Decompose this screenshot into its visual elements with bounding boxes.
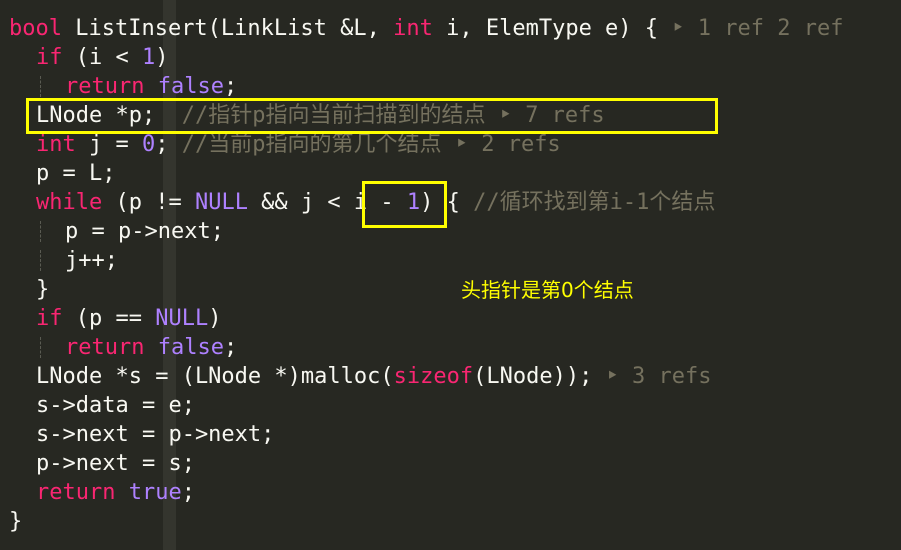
code-lines: bool ListInsert(LinkList &L, int i, Elem… — [0, 14, 843, 536]
code-text: p = p->next; — [65, 219, 224, 244]
code-text: j++; — [65, 248, 118, 273]
code-text: (p == — [62, 306, 156, 331]
code-text: LNode *s = (LNode *)malloc( — [36, 364, 394, 389]
constant-null: NULL — [155, 306, 209, 331]
code-text: (i < — [62, 45, 142, 70]
keyword-while: while — [36, 190, 103, 215]
constant-null: NULL — [194, 190, 248, 215]
type-keyword: int — [393, 16, 433, 41]
keyword-if: if — [36, 306, 63, 331]
number-literal: 1 — [141, 45, 156, 70]
code-line-18[interactable]: } — [0, 507, 843, 536]
code-text: && j < — [247, 190, 354, 215]
code-text: ; — [223, 74, 238, 99]
constant-false: false — [157, 335, 224, 360]
code-line-1[interactable]: bool ListInsert(LinkList &L, int i, Elem… — [0, 14, 843, 43]
code-text: ; — [181, 480, 195, 505]
indent-guide — [40, 250, 41, 271]
code-text: s->next = p->next; — [36, 422, 275, 447]
references-codelens[interactable]: ‣ 3 refs — [606, 364, 712, 389]
annotation-note: 头指针是第0个结点 — [461, 278, 634, 302]
number-literal: 0 — [141, 132, 156, 157]
code-line-15[interactable]: s->next = p->next; — [0, 420, 843, 449]
keyword-sizeof: sizeof — [393, 364, 474, 389]
code-text: j = — [75, 132, 142, 157]
keyword-return: return — [65, 74, 145, 99]
code-line-13[interactable]: LNode *s = (LNode *)malloc(sizeof(LNode)… — [0, 362, 843, 391]
code-line-11[interactable]: if (p == NULL) — [0, 304, 843, 333]
highlight-box-lnode-p — [26, 98, 718, 134]
code-line-3[interactable]: return false; — [0, 72, 843, 101]
type-keyword: bool — [9, 16, 62, 41]
code-line-5[interactable]: int j = 0; //当前p指向的第几个结点 ‣ 2 refs — [0, 130, 843, 159]
function-signature: ListInsert(LinkList &L, — [61, 16, 394, 41]
code-line-12[interactable]: return false; — [0, 333, 843, 362]
code-line-10[interactable]: } — [0, 275, 843, 304]
code-line-2[interactable]: if (i < 1) — [0, 43, 843, 72]
code-line-9[interactable]: j++; — [0, 246, 843, 275]
constant-true: true — [128, 480, 182, 505]
keyword-if: if — [36, 45, 63, 70]
code-text: ; — [155, 132, 182, 157]
comment: //循环找到第i-1个结点 — [473, 190, 716, 215]
code-text: s->data = e; — [36, 393, 195, 418]
keyword-return: return — [36, 480, 116, 505]
code-text: } — [36, 277, 50, 302]
code-line-16[interactable]: p->next = s; — [0, 449, 843, 478]
indent-guide — [40, 221, 41, 242]
code-line-17[interactable]: return true; — [0, 478, 843, 507]
references-codelens[interactable]: ‣ 1 ref 2 ref — [671, 16, 843, 41]
code-editor[interactable]: bool ListInsert(LinkList &L, int i, Elem… — [0, 0, 901, 550]
code-text: (LNode)); — [473, 364, 606, 389]
function-signature-rest: i, ElemType e) { — [432, 16, 672, 41]
code-text: p = L; — [36, 161, 116, 186]
code-text: } — [9, 509, 23, 534]
constant-false: false — [157, 74, 224, 99]
type-keyword: int — [36, 132, 76, 157]
code-line-14[interactable]: s->data = e; — [0, 391, 843, 420]
keyword-return: return — [65, 335, 145, 360]
code-text: ) — [208, 306, 222, 331]
code-text: ) — [155, 45, 169, 70]
code-text: ; — [223, 335, 238, 360]
code-text: (p != — [102, 190, 195, 215]
comment: //当前p指向的第几个结点 — [181, 132, 455, 157]
highlight-box-i-minus-1 — [362, 181, 447, 228]
indent-guide — [40, 337, 41, 358]
references-codelens[interactable]: ‣ 2 refs — [455, 132, 561, 157]
code-text: p->next = s; — [36, 451, 195, 476]
indent-guide — [40, 76, 41, 97]
